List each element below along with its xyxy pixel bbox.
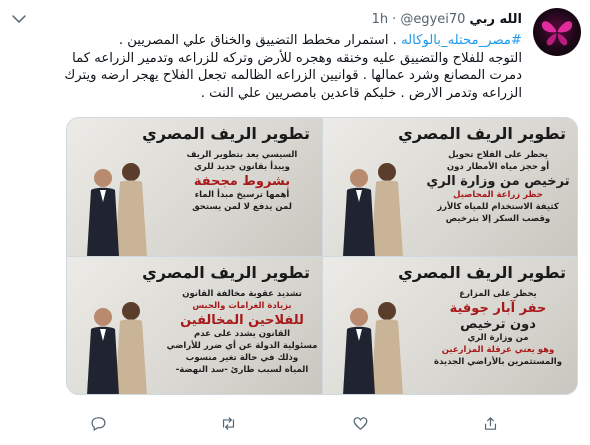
tweet[interactable]: الله ربي @egyei70 · 1h #مصر_محتله_بالوكا… — [0, 0, 590, 445]
panel-text: ترخيص من وزارة الري — [426, 174, 570, 189]
panel-text: وهو يعني عرقلة المزارعين — [441, 345, 555, 355]
avatar[interactable] — [533, 8, 581, 56]
media-grid[interactable]: تطوير الريف المصري يحظر على الفلاح تحويل أ… — [66, 117, 578, 395]
like-button[interactable] — [352, 415, 375, 432]
panel-text-line: حظر زراعة المحاصيل — [418, 190, 577, 201]
panel-text-line: ترخيص من وزارة الري — [418, 174, 577, 189]
header-separator: · — [392, 11, 397, 27]
panel-title: تطوير الريف المصري — [142, 263, 310, 282]
panel-text: بشروط مجحفة — [193, 174, 291, 189]
panel-text-line: كثيفة الاستخدام للمياه كالأرز — [418, 202, 577, 213]
panel-text-line: أهمها ترسيخ مبدأ الماء — [162, 190, 322, 201]
author-name[interactable]: الله ربي — [469, 12, 522, 27]
panel-text-line: دون ترخيص — [418, 317, 577, 332]
butterfly-icon — [541, 21, 573, 46]
panel-text: السيسي يعد بتطوير الريف — [186, 150, 298, 160]
tweet-time[interactable]: 1h — [372, 12, 389, 27]
panel-text-line: بشروط مجحفة — [162, 174, 322, 189]
retweet-button[interactable] — [220, 415, 243, 432]
tweet-actions — [90, 415, 560, 435]
panel-text: للفلاحين المخالفين — [180, 313, 304, 328]
panel-text: حفر آبار جوفية — [449, 301, 547, 316]
panel-text-line: حفر آبار جوفية — [418, 301, 577, 316]
panel-text-line: القانون يشدد على عدم — [162, 329, 322, 340]
panel-text: يحظر على الفلاح تحويل — [448, 150, 548, 160]
tweet-line: الزراعه وتدمر الارض . خليكم قاعدين بامصر… — [200, 85, 522, 101]
panel-text: وقصب السكر إلا بترخيص — [445, 214, 551, 224]
media-image[interactable]: تطوير الريف المصري يحظر على المزارع حفر آب… — [323, 257, 577, 394]
panel-text-line: السيسي يعد بتطوير الريف — [162, 150, 322, 161]
panel-text: القانون يشدد على عدم — [193, 329, 290, 339]
panel-text-line: للفلاحين المخالفين — [162, 313, 322, 328]
panel-text: لمن يدفع لا لمن يستحق — [192, 202, 292, 212]
tweet-line: التوجه للفلاح والتضييق عليه وخنقه وهجره … — [72, 50, 522, 66]
tweet-line: #مصر_محتله_بالوكاله . استمرار مخطط التضي… — [7, 32, 522, 50]
panel-text-line: وهو يعني عرقلة المزارعين — [418, 345, 577, 356]
share-icon — [484, 417, 497, 430]
panel-text: والمستثمرين بالأراضي الجديدة — [433, 357, 562, 367]
panel-text-line: يحظر على المزارع — [418, 289, 577, 300]
panel-text: حظر زراعة المحاصيل — [453, 190, 543, 200]
panel-text: تشديد عقوبة مخالفة القانون — [182, 289, 302, 299]
panel-text-line: لمن يدفع لا لمن يستحق — [162, 202, 322, 213]
tweet-line: دمرت المصانع وشرد عمالها . قوانيين الزرا… — [64, 68, 522, 83]
panel-title: تطوير الريف المصري — [398, 124, 566, 143]
panel-text: أهمها ترسيخ مبدأ الماء — [194, 190, 290, 200]
people-illustration — [87, 302, 147, 394]
panel-text-line: مسئولية الدولة عن أي ضرر للأراضي — [162, 341, 322, 352]
panel-text-line: المياه لسبب طارئ -سد النهضة- — [162, 365, 322, 376]
panel-title: تطوير الريف المصري — [398, 263, 566, 282]
like-icon — [353, 417, 368, 430]
panel-text-line: وذلك في حالة تغير منسوب — [162, 353, 322, 364]
panel-text-line: بزيادة الغرامات والحبس — [162, 301, 322, 312]
author-handle[interactable]: @egyei70 — [400, 12, 465, 27]
media-image[interactable]: تطوير الريف المصري السيسي يعد بتطوير الري… — [67, 118, 322, 256]
reply-icon — [91, 417, 106, 431]
panel-text-line: تشديد عقوبة مخالفة القانون — [162, 289, 322, 300]
reply-button[interactable] — [90, 415, 113, 432]
tweet-header: الله ربي @egyei70 · 1h — [372, 9, 522, 29]
panel-text-line: من وزارة الري — [418, 333, 577, 344]
panel-text: وذلك في حالة تغير منسوب — [185, 353, 299, 363]
panel-text-line: والمستثمرين بالأراضي الجديدة — [418, 357, 577, 368]
panel-text-line: وقصب السكر إلا بترخيص — [418, 214, 577, 225]
chevron-down-icon[interactable] — [10, 10, 28, 28]
panel-text: كثيفة الاستخدام للمياه كالأرز — [437, 202, 559, 212]
people-illustration — [87, 163, 147, 256]
panel-text-line: أو حجز مياه الأمطار دون — [418, 162, 577, 173]
panel-text: دون ترخيص — [460, 317, 536, 332]
retweet-icon — [222, 417, 235, 430]
panel-text: يحظر على المزارع — [459, 289, 537, 299]
media-image[interactable]: تطوير الريف المصري تشديد عقوبة مخالفة الق… — [67, 257, 322, 394]
people-illustration — [343, 163, 403, 256]
panel-text: المياه لسبب طارئ -سد النهضة- — [175, 365, 309, 375]
people-illustration — [343, 302, 403, 394]
media-image[interactable]: تطوير الريف المصري يحظر على الفلاح تحويل أ… — [323, 118, 577, 256]
panel-text: من وزارة الري — [467, 333, 529, 343]
share-button[interactable] — [482, 415, 505, 432]
panel-text-line: ويبدأ بقانون جديد للري — [162, 162, 322, 173]
panel-title: تطوير الريف المصري — [142, 124, 310, 143]
panel-text: بزيادة الغرامات والحبس — [192, 301, 292, 311]
panel-text: أو حجز مياه الأمطار دون — [446, 162, 550, 172]
panel-text: مسئولية الدولة عن أي ضرر للأراضي — [166, 341, 318, 351]
hashtag-link[interactable]: #مصر_محتله_بالوكاله — [401, 33, 522, 48]
panel-text-line: يحظر على الفلاح تحويل — [418, 150, 577, 161]
panel-text: ويبدأ بقانون جديد للري — [194, 162, 290, 172]
tweet-text: #مصر_محتله_بالوكاله . استمرار مخطط التضي… — [7, 32, 522, 102]
tweet-line-text: . استمرار مخطط التضييق والخناق علي المصر… — [118, 33, 402, 48]
